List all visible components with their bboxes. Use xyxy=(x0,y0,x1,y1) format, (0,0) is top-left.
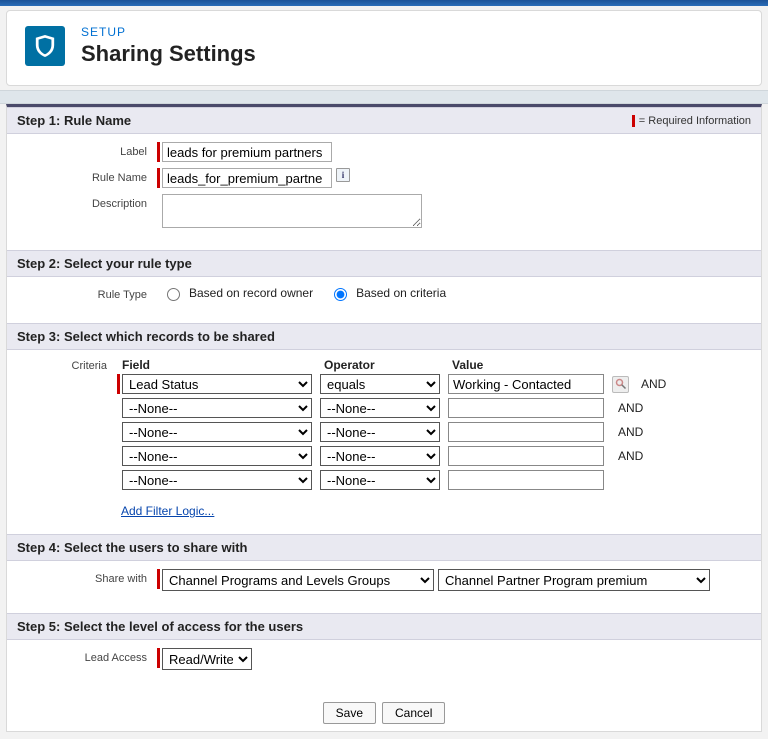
sharewith-category-select[interactable]: Channel Programs and Levels Groups xyxy=(162,569,434,591)
page-header-card: SETUP Sharing Settings xyxy=(6,10,762,86)
required-marker-icon xyxy=(632,115,635,127)
criteria-operator-select[interactable]: equals xyxy=(320,374,440,394)
criteria-row: --None-- --None-- AND xyxy=(117,398,751,418)
step3-title: Step 3: Select which records to be share… xyxy=(17,329,275,344)
criteria-operator-select[interactable]: --None-- xyxy=(320,470,440,490)
required-bar xyxy=(117,374,120,394)
criteria-row: --None-- --None-- AND xyxy=(117,422,751,442)
rulename-field-label: Rule Name xyxy=(17,168,157,184)
step2-title: Step 2: Select your rule type xyxy=(17,256,192,271)
criteria-operator-select[interactable]: --None-- xyxy=(320,446,440,466)
button-row: Save Cancel xyxy=(7,692,761,732)
ruletype-owner-radio[interactable] xyxy=(167,288,180,301)
criteria-value-input[interactable] xyxy=(448,446,604,466)
required-bar xyxy=(157,168,160,188)
ruletype-criteria-label: Based on criteria xyxy=(356,286,446,300)
criteria-col-operator: Operator xyxy=(324,358,452,372)
sharewith-field-label: Share with xyxy=(17,569,157,585)
criteria-value-input[interactable] xyxy=(448,422,604,442)
step4-title: Step 4: Select the users to share with xyxy=(17,540,247,555)
description-input[interactable] xyxy=(162,194,422,228)
criteria-field-select[interactable]: Lead Status xyxy=(122,374,312,394)
step1-header: Step 1: Rule Name = Required Information xyxy=(7,107,761,134)
info-icon[interactable]: i xyxy=(336,168,350,182)
criteria-label: Criteria xyxy=(17,358,117,372)
criteria-value-input[interactable] xyxy=(448,470,604,490)
header-eyebrow: SETUP xyxy=(81,25,256,39)
ruletype-owner-label: Based on record owner xyxy=(189,286,313,300)
criteria-field-select[interactable]: --None-- xyxy=(122,422,312,442)
criteria-col-field: Field xyxy=(122,358,324,372)
criteria-value-input[interactable] xyxy=(448,374,604,394)
required-bar xyxy=(157,648,160,668)
criteria-field-select[interactable]: --None-- xyxy=(122,398,312,418)
step3-header: Step 3: Select which records to be share… xyxy=(7,323,761,350)
sharewith-value-select[interactable]: Channel Partner Program premium xyxy=(438,569,710,591)
description-field-label: Description xyxy=(17,194,157,210)
and-text: AND xyxy=(618,425,643,439)
criteria-operator-select[interactable]: --None-- xyxy=(320,398,440,418)
step1-title: Step 1: Rule Name xyxy=(17,113,131,128)
decorative-band xyxy=(0,90,768,104)
label-input[interactable] xyxy=(162,142,332,162)
step4-header: Step 4: Select the users to share with xyxy=(7,534,761,561)
required-info-note: = Required Information xyxy=(632,115,751,127)
shield-icon xyxy=(25,26,65,66)
main-panel: Step 1: Rule Name = Required Information… xyxy=(6,104,762,732)
criteria-row: --None-- --None-- xyxy=(117,470,751,490)
criteria-row: --None-- --None-- AND xyxy=(117,446,751,466)
step5-header: Step 5: Select the level of access for t… xyxy=(7,613,761,640)
criteria-operator-select[interactable]: --None-- xyxy=(320,422,440,442)
and-text: AND xyxy=(618,449,643,463)
top-brand-bar xyxy=(0,0,768,6)
add-filter-logic-link[interactable]: Add Filter Logic... xyxy=(121,504,214,518)
criteria-value-input[interactable] xyxy=(448,398,604,418)
rulename-input[interactable] xyxy=(162,168,332,188)
criteria-row: Lead Status equals AND xyxy=(117,374,751,394)
required-bar xyxy=(157,142,160,162)
ruletype-criteria-radio[interactable] xyxy=(334,288,347,301)
step5-body: Lead Access Read/Write xyxy=(7,640,761,692)
step2-body: Rule Type Based on record owner Based on… xyxy=(7,277,761,323)
criteria-table: Field Operator Value Lead Status equals AN… xyxy=(117,358,751,518)
label-field-label: Label xyxy=(17,142,157,158)
step1-body: Label Rule Name i Description xyxy=(7,134,761,250)
save-button[interactable]: Save xyxy=(323,702,376,724)
step4-body: Share with Channel Programs and Levels G… xyxy=(7,561,761,613)
step5-title: Step 5: Select the level of access for t… xyxy=(17,619,303,634)
and-text: AND xyxy=(641,377,666,391)
page-title: Sharing Settings xyxy=(81,41,256,67)
ruletype-field-label: Rule Type xyxy=(17,285,157,301)
required-info-text: = Required Information xyxy=(639,115,751,127)
criteria-field-select[interactable]: --None-- xyxy=(122,470,312,490)
step2-header: Step 2: Select your rule type xyxy=(7,250,761,277)
and-text: AND xyxy=(618,401,643,415)
lookup-icon[interactable] xyxy=(612,376,629,393)
cancel-button[interactable]: Cancel xyxy=(382,702,445,724)
criteria-field-select[interactable]: --None-- xyxy=(122,446,312,466)
required-bar xyxy=(157,569,160,589)
criteria-col-value: Value xyxy=(452,358,616,372)
step3-body: Criteria Field Operator Value Lead Statu… xyxy=(7,350,761,534)
leadaccess-field-label: Lead Access xyxy=(17,648,157,664)
leadaccess-select[interactable]: Read/Write xyxy=(162,648,252,670)
